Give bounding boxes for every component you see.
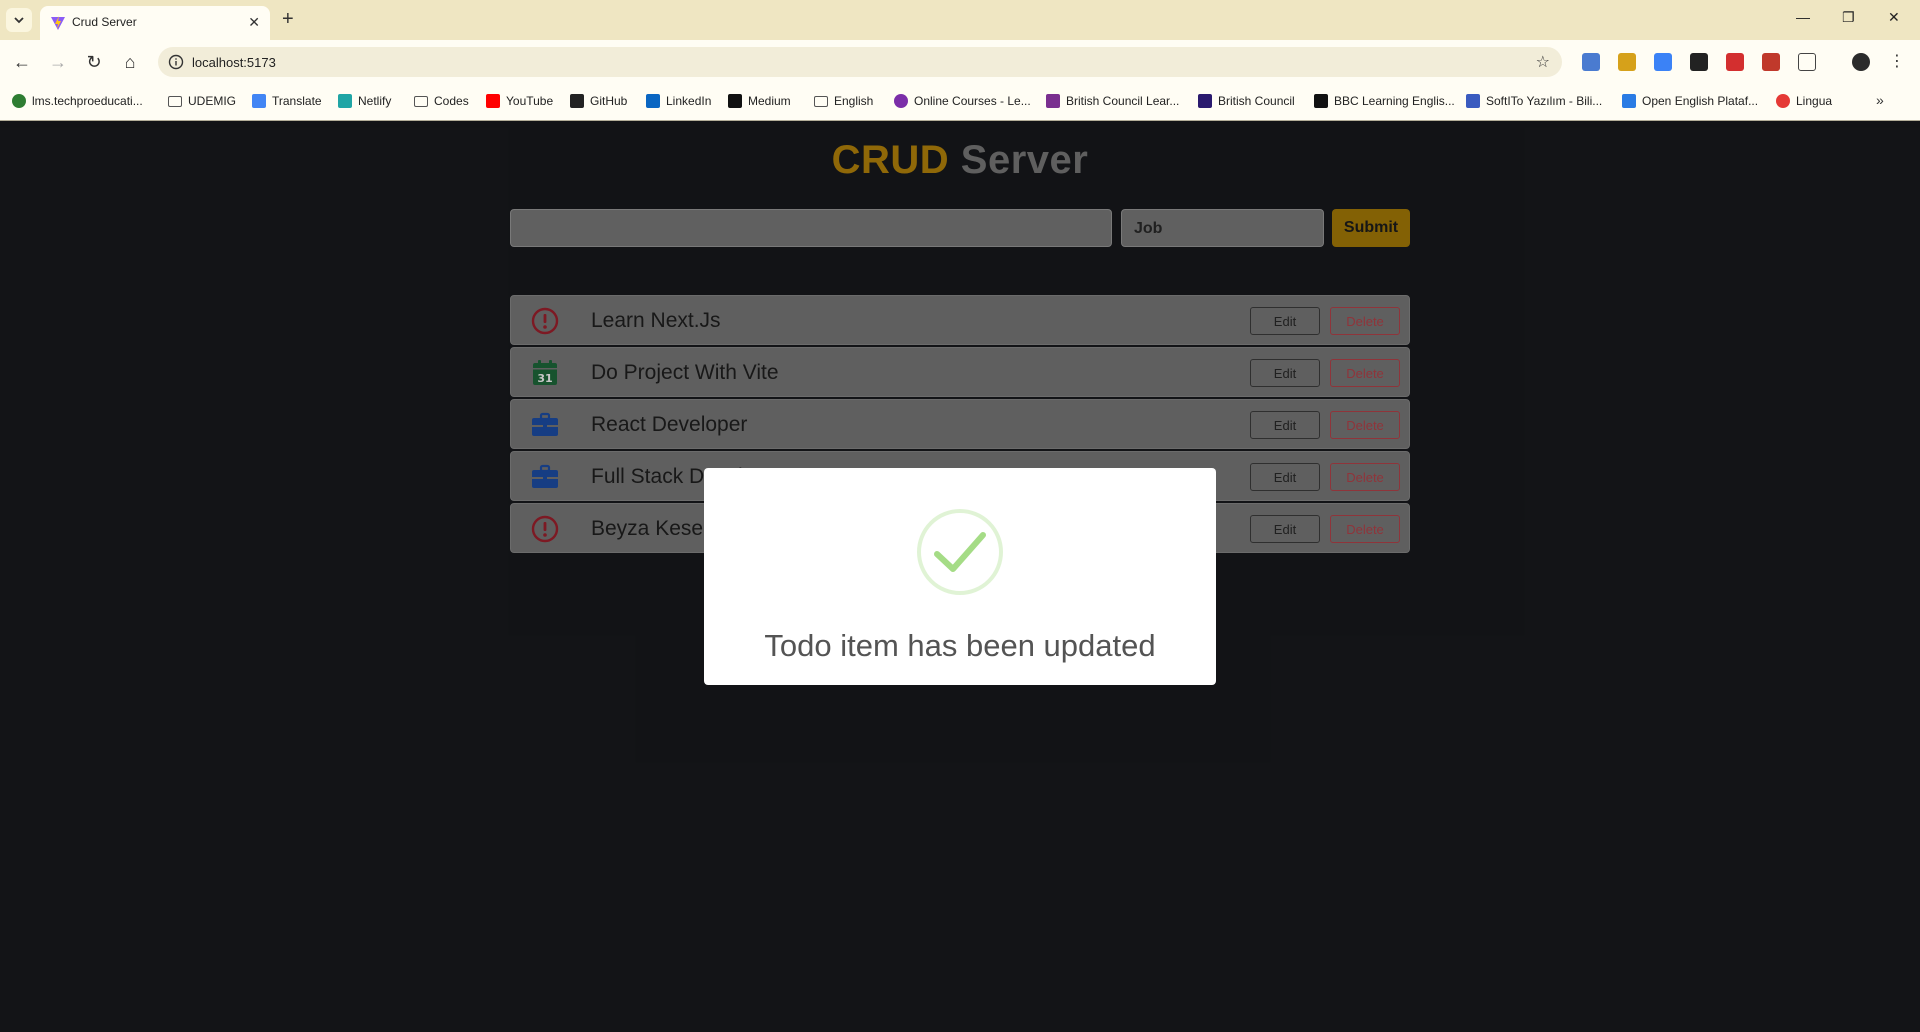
bookmark-item[interactable]: British Council Lear... bbox=[1046, 92, 1179, 110]
extensions-puzzle-icon[interactable] bbox=[1798, 53, 1816, 71]
bookmark-item[interactable]: Medium bbox=[728, 92, 791, 110]
bookmark-label: LinkedIn bbox=[666, 94, 712, 108]
bookmark-label: Online Courses - Le... bbox=[914, 94, 1031, 108]
extension-icon[interactable] bbox=[1762, 53, 1780, 71]
bookmark-label: SoftITo Yazılım - Bili... bbox=[1486, 94, 1603, 108]
vite-favicon-icon bbox=[51, 16, 65, 30]
bookmark-item[interactable]: Online Courses - Le... bbox=[894, 92, 1031, 110]
success-check-icon bbox=[917, 509, 1003, 595]
bookmark-label: Lingua bbox=[1796, 94, 1833, 108]
bookmark-star-icon[interactable]: ☆ bbox=[1536, 52, 1550, 72]
bookmark-item[interactable]: BBC Learning Englis... bbox=[1314, 92, 1455, 110]
bookmark-item[interactable]: SoftITo Yazılım - Bili... bbox=[1466, 92, 1602, 110]
linkedin-icon bbox=[646, 94, 660, 108]
bookmark-label: YouTube bbox=[506, 94, 554, 108]
bookmark-label: Medium bbox=[748, 94, 791, 108]
github-icon bbox=[570, 94, 584, 108]
british-council-icon bbox=[1046, 94, 1060, 108]
bookmark-item[interactable]: YouTube bbox=[486, 92, 553, 110]
browser-tab[interactable]: Crud Server ✕ bbox=[40, 6, 270, 40]
more-bookmarks-icon[interactable]: » bbox=[1876, 92, 1884, 108]
bookmark-label: GitHub bbox=[590, 94, 628, 108]
bookmark-label: Open English Plataf... bbox=[1642, 94, 1759, 108]
folder-icon bbox=[414, 95, 428, 107]
new-tab-button[interactable]: + bbox=[282, 8, 294, 30]
url-text: localhost:5173 bbox=[192, 55, 276, 70]
address-bar[interactable]: localhost:5173 ☆ bbox=[158, 47, 1562, 77]
chevron-down-icon bbox=[14, 17, 24, 24]
bookmark-label: British Council Lear... bbox=[1066, 94, 1180, 108]
bookmark-item[interactable]: English bbox=[814, 92, 873, 110]
profile-avatar[interactable] bbox=[1852, 53, 1870, 71]
folder-icon bbox=[168, 95, 182, 107]
back-arrow-icon[interactable]: ← bbox=[10, 50, 34, 74]
browser-menu-icon[interactable]: ⋮ bbox=[1888, 53, 1906, 71]
online-courses-icon bbox=[894, 94, 908, 108]
bookmark-label: English bbox=[834, 94, 874, 108]
extension-icon[interactable] bbox=[1618, 53, 1636, 71]
extension-icon[interactable] bbox=[1654, 53, 1672, 71]
bookmark-label: Codes bbox=[434, 94, 469, 108]
youtube-icon bbox=[486, 94, 500, 108]
bookmark-label: Netlify bbox=[358, 94, 392, 108]
medium-icon bbox=[728, 94, 742, 108]
softito-icon bbox=[1466, 94, 1480, 108]
netlify-icon bbox=[338, 94, 352, 108]
bookmark-item[interactable]: LinkedIn bbox=[646, 92, 711, 110]
bookmark-item[interactable]: Codes bbox=[414, 92, 469, 110]
forward-arrow-icon[interactable]: → bbox=[46, 50, 70, 74]
bookmark-label: lms.techproeducati... bbox=[32, 94, 143, 108]
bookmark-item[interactable]: British Council bbox=[1198, 92, 1295, 110]
extension-icon[interactable] bbox=[1726, 53, 1744, 71]
bookmark-item[interactable]: Open English Plataf... bbox=[1622, 92, 1758, 110]
lms-icon bbox=[12, 94, 26, 108]
reload-icon[interactable]: ↻ bbox=[82, 50, 106, 74]
bookmark-label: British Council bbox=[1218, 94, 1295, 108]
window-close-icon[interactable]: ✕ bbox=[1888, 9, 1900, 26]
bookmark-item[interactable]: Netlify bbox=[338, 92, 391, 110]
bookmark-item[interactable]: UDEMIG bbox=[168, 92, 236, 110]
color-picker-extension-icon[interactable] bbox=[1690, 53, 1708, 71]
bookmark-item[interactable]: Translate bbox=[252, 92, 322, 110]
site-info-icon[interactable] bbox=[168, 54, 184, 70]
bookmark-item[interactable]: lms.techproeducati... bbox=[12, 92, 143, 110]
success-modal: Todo item has been updated bbox=[704, 468, 1216, 685]
bookmark-item[interactable]: Lingua bbox=[1776, 92, 1832, 110]
tab-search-button[interactable] bbox=[6, 8, 32, 32]
restore-icon[interactable]: ❐ bbox=[1842, 9, 1855, 26]
tab-title: Crud Server bbox=[72, 15, 137, 29]
tab-close-icon[interactable]: ✕ bbox=[248, 14, 260, 31]
british-council-icon bbox=[1198, 94, 1212, 108]
tab-strip: Crud Server ✕ + — ❐ ✕ bbox=[0, 0, 1920, 40]
lingua-icon bbox=[1776, 94, 1790, 108]
bookmark-label: UDEMIG bbox=[188, 94, 236, 108]
bookmark-label: BBC Learning Englis... bbox=[1334, 94, 1455, 108]
bookmark-label: Translate bbox=[272, 94, 322, 108]
bbc-icon bbox=[1314, 94, 1328, 108]
folder-icon bbox=[814, 95, 828, 107]
bookmark-item[interactable]: GitHub bbox=[570, 92, 627, 110]
home-icon[interactable]: ⌂ bbox=[118, 50, 142, 74]
minimize-icon[interactable]: — bbox=[1796, 9, 1810, 25]
translate-extension-icon[interactable] bbox=[1582, 53, 1600, 71]
open-english-icon bbox=[1622, 94, 1636, 108]
modal-message: Todo item has been updated bbox=[764, 628, 1156, 663]
translate-icon bbox=[252, 94, 266, 108]
